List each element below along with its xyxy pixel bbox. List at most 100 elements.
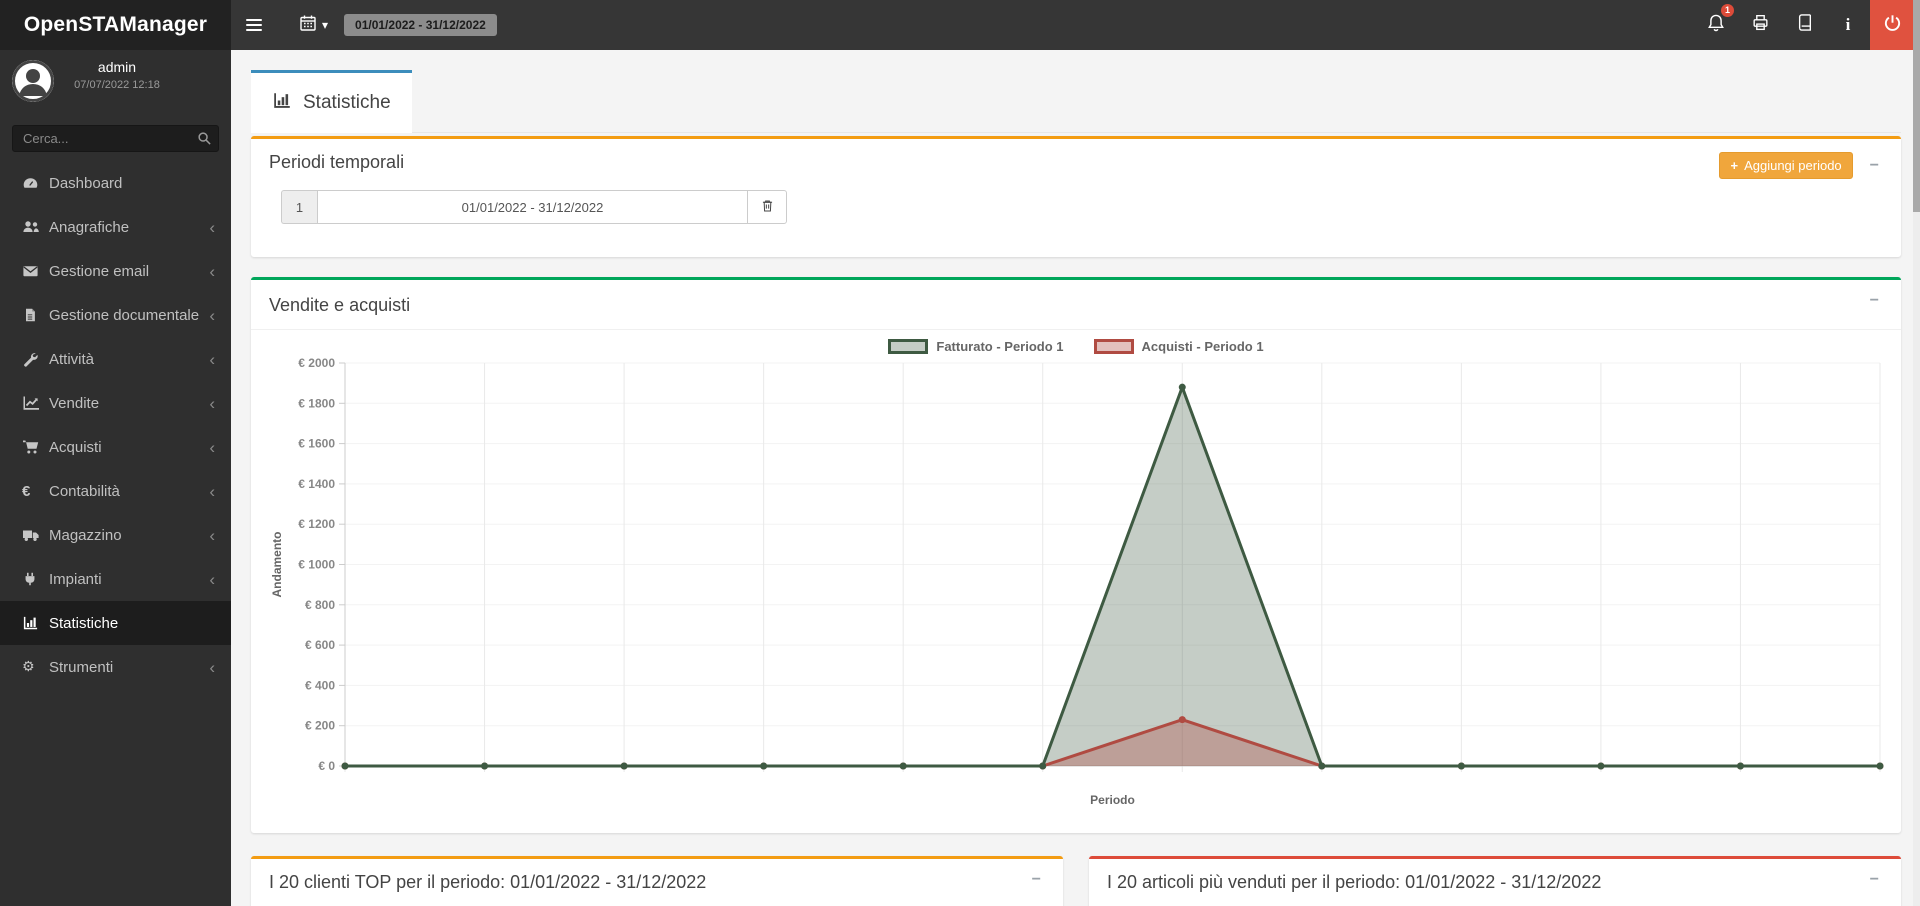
sales-purchases-panel: Vendite e acquisti − Fatturato - Periodo… bbox=[251, 277, 1901, 833]
sidebar-item-impianti[interactable]: Impianti ‹ bbox=[0, 557, 231, 601]
truck-icon bbox=[22, 527, 49, 543]
bottom-row: I 20 clienti TOP per il periodo: 01/01/2… bbox=[251, 856, 1901, 906]
period-row-number: 1 bbox=[281, 190, 317, 224]
scrollbar-thumb[interactable] bbox=[1913, 0, 1920, 212]
tab-row: Statistiche bbox=[251, 70, 1901, 133]
info-icon: i bbox=[1846, 15, 1851, 35]
chevron-left-icon: ‹ bbox=[209, 263, 215, 280]
top-clients-panel: I 20 clienti TOP per il periodo: 01/01/2… bbox=[251, 856, 1063, 906]
sidebar-item-dashboard[interactable]: Dashboard bbox=[0, 161, 231, 205]
sidebar-item-strumenti[interactable]: ⚙ Strumenti ‹ bbox=[0, 645, 231, 689]
periods-panel: Periodi temporali + Aggiungi periodo − 1 bbox=[251, 136, 1901, 257]
sidebar-item-label: Gestione documentale bbox=[49, 307, 209, 324]
app-logo[interactable]: OpenSTAManager bbox=[0, 0, 231, 50]
chart-legend: Fatturato - Periodo 1 Acquisti - Periodo… bbox=[251, 336, 1901, 356]
sales-purchases-chart[interactable]: € 0€ 200€ 400€ 600€ 800€ 1000€ 1200€ 140… bbox=[251, 356, 1899, 818]
bar-chart-icon bbox=[22, 615, 49, 631]
chevron-left-icon: ‹ bbox=[209, 659, 215, 676]
top-articles-panel: I 20 articoli più venduti per il periodo… bbox=[1089, 856, 1901, 906]
tab-statistiche[interactable]: Statistiche bbox=[251, 70, 412, 133]
period-row: 1 bbox=[281, 190, 788, 224]
panel-title: I 20 articoli più venduti per il periodo… bbox=[1107, 872, 1601, 892]
legend-item-fatturato[interactable]: Fatturato - Periodo 1 bbox=[888, 339, 1063, 354]
chevron-left-icon: ‹ bbox=[209, 483, 215, 500]
sidebar-item-label: Vendite bbox=[49, 395, 209, 412]
sidebar-item-contabilita[interactable]: € Contabilità ‹ bbox=[0, 469, 231, 513]
sidebar-item-label: Acquisti bbox=[49, 439, 209, 456]
sidebar-toggle-button[interactable] bbox=[231, 0, 277, 50]
cart-icon bbox=[22, 439, 49, 455]
legend-label: Fatturato - Periodo 1 bbox=[936, 339, 1063, 354]
svg-text:€ 600: € 600 bbox=[305, 638, 335, 652]
user-panel: admin 07/07/2022 12:18 bbox=[0, 50, 231, 112]
file-icon bbox=[22, 307, 49, 323]
period-daterange-input[interactable] bbox=[317, 190, 748, 224]
search-input[interactable] bbox=[12, 125, 219, 152]
panel-title: Vendite e acquisti bbox=[269, 295, 410, 315]
collapse-minus-icon[interactable]: − bbox=[1870, 293, 1879, 309]
caret-down-icon: ▾ bbox=[322, 18, 328, 32]
envelope-icon bbox=[22, 263, 49, 279]
sidebar-item-gestione-email[interactable]: Gestione email ‹ bbox=[0, 249, 231, 293]
sidebar-menu: Dashboard Anagrafiche ‹ Gestione email ‹ bbox=[0, 161, 231, 689]
sidebar-item-statistiche[interactable]: Statistiche bbox=[0, 601, 231, 645]
printer-icon bbox=[1751, 13, 1770, 37]
sidebar-item-attivita[interactable]: Attività ‹ bbox=[0, 337, 231, 381]
add-period-button[interactable]: + Aggiungi periodo bbox=[1719, 152, 1852, 179]
user-datetime: 07/07/2022 12:18 bbox=[53, 79, 181, 91]
chevron-left-icon: ‹ bbox=[209, 571, 215, 588]
notifications-button[interactable]: 1 bbox=[1694, 0, 1738, 50]
calendar-icon bbox=[299, 14, 317, 37]
gear-icon: ⚙ bbox=[22, 659, 49, 675]
chevron-left-icon: ‹ bbox=[209, 351, 215, 368]
user-name: admin bbox=[53, 59, 181, 75]
tab-label: Statistiche bbox=[303, 92, 391, 114]
legend-swatch bbox=[1094, 339, 1134, 354]
sidebar-item-label: Contabilità bbox=[49, 483, 209, 500]
calendar-dropdown-button[interactable]: ▾ bbox=[293, 0, 334, 50]
legend-item-acquisti[interactable]: Acquisti - Periodo 1 bbox=[1094, 339, 1264, 354]
panel-title: Periodi temporali bbox=[269, 152, 404, 172]
sidebar-item-magazzino[interactable]: Magazzino ‹ bbox=[0, 513, 231, 557]
collapse-minus-icon[interactable]: − bbox=[1032, 872, 1041, 888]
sidebar-item-label: Impianti bbox=[49, 571, 209, 588]
logout-button[interactable] bbox=[1870, 0, 1914, 50]
power-icon bbox=[1883, 13, 1902, 37]
sidebar-item-vendite[interactable]: Vendite ‹ bbox=[0, 381, 231, 425]
bar-chart-icon bbox=[272, 91, 292, 116]
sidebar-item-label: Statistiche bbox=[49, 615, 215, 632]
collapse-minus-icon[interactable]: − bbox=[1870, 872, 1879, 888]
main-content: Statistiche Periodi temporali + Aggiungi… bbox=[231, 50, 1913, 906]
legend-label: Acquisti - Periodo 1 bbox=[1142, 339, 1264, 354]
delete-period-button[interactable] bbox=[747, 190, 787, 224]
sidebar-item-acquisti[interactable]: Acquisti ‹ bbox=[0, 425, 231, 469]
info-button[interactable]: i bbox=[1826, 0, 1870, 50]
bell-icon bbox=[1706, 13, 1726, 38]
collapse-minus-icon[interactable]: − bbox=[1870, 158, 1879, 174]
svg-text:Periodo: Periodo bbox=[1090, 793, 1135, 807]
wrench-icon bbox=[22, 351, 49, 367]
sidebar-item-anagrafiche[interactable]: Anagrafiche ‹ bbox=[0, 205, 231, 249]
chevron-left-icon: ‹ bbox=[209, 219, 215, 236]
hamburger-icon bbox=[246, 19, 262, 21]
sidebar-item-gestione-documentale[interactable]: Gestione documentale ‹ bbox=[0, 293, 231, 337]
svg-text:€ 200: € 200 bbox=[305, 719, 335, 733]
docs-button[interactable] bbox=[1782, 0, 1826, 50]
search-icon[interactable] bbox=[197, 131, 212, 151]
sidebar-search bbox=[12, 125, 219, 152]
legend-swatch bbox=[888, 339, 928, 354]
notification-count-badge: 1 bbox=[1721, 4, 1734, 17]
svg-text:€ 800: € 800 bbox=[305, 598, 335, 612]
global-date-range-badge[interactable]: 01/01/2022 - 31/12/2022 bbox=[344, 14, 497, 36]
avatar[interactable] bbox=[12, 60, 54, 102]
sidebar-item-label: Strumenti bbox=[49, 659, 209, 676]
print-button[interactable] bbox=[1738, 0, 1782, 50]
sidebar: admin 07/07/2022 12:18 Dashboard bbox=[0, 50, 231, 906]
svg-text:€ 2000: € 2000 bbox=[298, 356, 335, 370]
panel-title: I 20 clienti TOP per il periodo: 01/01/2… bbox=[269, 872, 706, 892]
svg-text:Andamento: Andamento bbox=[270, 532, 284, 598]
chevron-left-icon: ‹ bbox=[209, 439, 215, 456]
sidebar-item-label: Attività bbox=[49, 351, 209, 368]
chevron-left-icon: ‹ bbox=[209, 307, 215, 324]
svg-text:€ 1400: € 1400 bbox=[298, 477, 335, 491]
